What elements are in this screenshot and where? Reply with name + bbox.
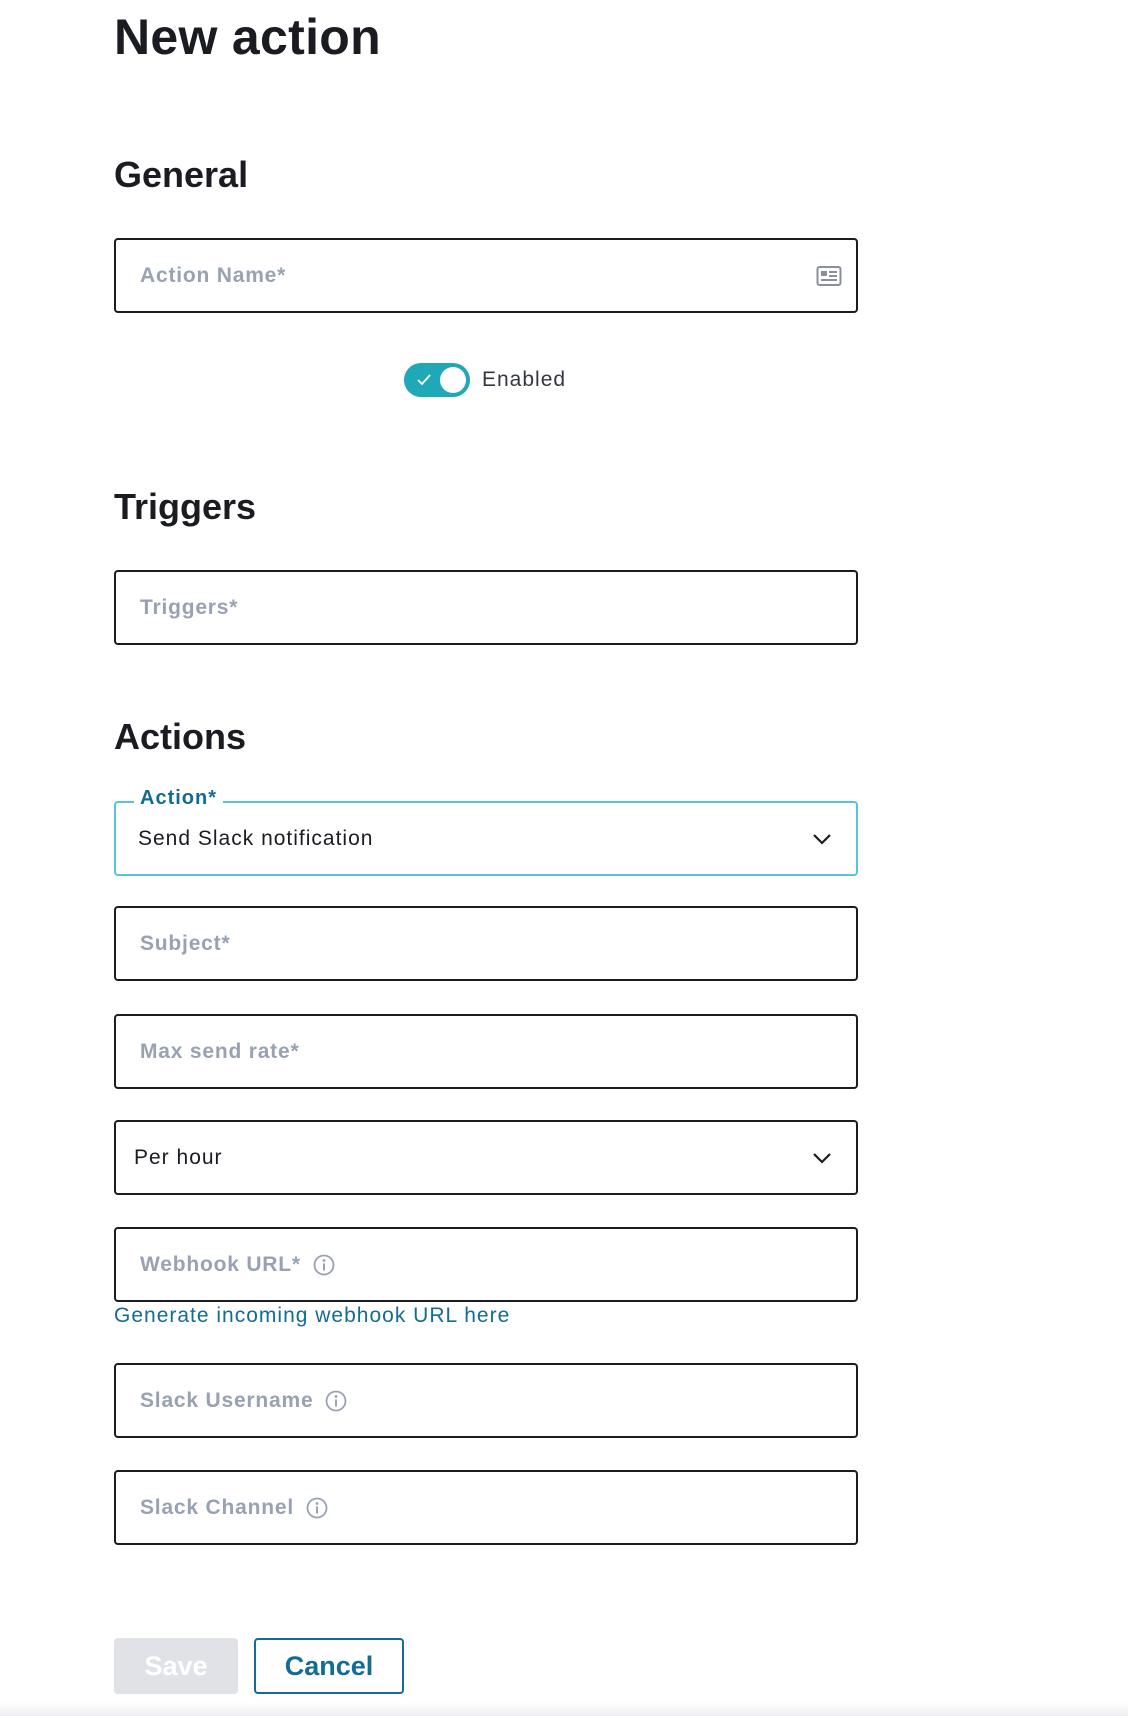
save-button[interactable]: Save — [114, 1638, 238, 1694]
actions-heading: Actions — [114, 716, 247, 757]
cancel-button[interactable]: Cancel — [254, 1638, 404, 1694]
triggers-placeholder: Triggers* — [140, 595, 239, 619]
chevron-down-icon — [813, 833, 831, 845]
webhook-url-placeholder-text: Webhook URL* — [140, 1252, 301, 1276]
enabled-toggle[interactable] — [404, 363, 470, 397]
id-card-icon — [816, 265, 842, 286]
new-action-page: New action General Action Name* Enabled … — [0, 0, 1128, 1716]
info-icon[interactable] — [313, 1254, 335, 1276]
action-name-placeholder: Action Name* — [140, 263, 287, 287]
rate-period-select[interactable]: Per hour — [114, 1120, 858, 1195]
check-icon — [417, 374, 431, 386]
slack-channel-placeholder: Slack Channel — [140, 1496, 328, 1520]
bottom-shadow — [0, 1702, 1128, 1716]
general-heading: General — [114, 154, 249, 195]
triggers-field[interactable]: Triggers* — [114, 570, 858, 645]
subject-placeholder: Subject* — [140, 931, 231, 955]
subject-field[interactable]: Subject* — [114, 906, 858, 981]
action-name-field[interactable]: Action Name* — [114, 238, 858, 313]
triggers-heading: Triggers — [114, 486, 257, 527]
slack-username-placeholder: Slack Username — [140, 1389, 347, 1413]
max-send-rate-field[interactable]: Max send rate* — [114, 1014, 858, 1089]
page-title: New action — [114, 9, 381, 65]
info-icon[interactable] — [325, 1390, 347, 1412]
enabled-toggle-row: Enabled — [404, 363, 566, 397]
slack-username-placeholder-text: Slack Username — [140, 1388, 314, 1412]
rate-period-value: Per hour — [134, 1145, 223, 1169]
slack-username-field[interactable]: Slack Username — [114, 1363, 858, 1438]
max-send-rate-placeholder: Max send rate* — [140, 1039, 300, 1063]
webhook-url-field[interactable]: Webhook URL* — [114, 1227, 858, 1302]
info-icon[interactable] — [306, 1497, 328, 1519]
generate-webhook-link[interactable]: Generate incoming webhook URL here — [114, 1304, 510, 1328]
slack-channel-placeholder-text: Slack Channel — [140, 1495, 294, 1519]
action-type-select[interactable]: Action* Send Slack notification — [114, 787, 858, 876]
enabled-label: Enabled — [482, 368, 567, 391]
slack-channel-field[interactable]: Slack Channel — [114, 1470, 858, 1545]
action-select-label: Action* — [134, 787, 223, 810]
webhook-url-placeholder: Webhook URL* — [140, 1253, 335, 1277]
action-select-value: Send Slack notification — [138, 826, 374, 850]
toggle-knob — [440, 367, 466, 393]
chevron-down-icon — [813, 1152, 831, 1164]
